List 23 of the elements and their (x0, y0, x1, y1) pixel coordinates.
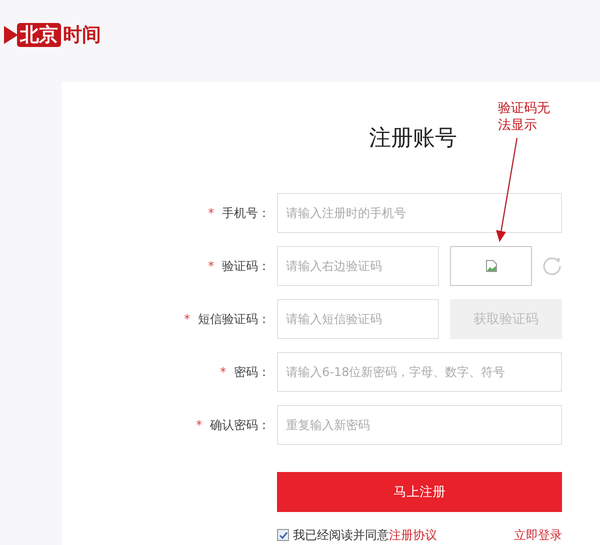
field-label: 密码： (234, 364, 270, 378)
agreement-text: 我已经阅读并同意 (293, 526, 389, 544)
field-label: 确认密码： (210, 418, 270, 432)
field-label: 短信验证码： (198, 312, 270, 326)
logo-text: 时间 (63, 23, 101, 48)
input-field[interactable]: 请输入6-18位新密码，字母、数字、符号 (277, 352, 562, 392)
required-mark: * (208, 258, 214, 272)
required-mark: * (208, 206, 214, 220)
broken-image-icon (486, 260, 496, 272)
annotation-text: 验证码无法显示 (498, 100, 551, 134)
agreement-link[interactable]: 注册协议 (389, 526, 437, 544)
register-button[interactable]: 马上注册 (277, 472, 562, 512)
field-label: 验证码： (222, 258, 270, 272)
required-mark: * (184, 312, 190, 326)
required-mark: * (220, 364, 226, 378)
input-field[interactable]: 请输入注册时的手机号 (277, 193, 562, 233)
login-link[interactable]: 立即登录 (514, 526, 562, 544)
required-mark: * (196, 418, 202, 432)
input-field[interactable]: 请输入右边验证码 (277, 246, 439, 286)
checkbox[interactable] (277, 529, 289, 541)
input-field[interactable]: 重复输入新密码 (277, 405, 562, 445)
field-label: 手机号： (222, 206, 270, 220)
page-title: 注册账号 (369, 125, 457, 153)
